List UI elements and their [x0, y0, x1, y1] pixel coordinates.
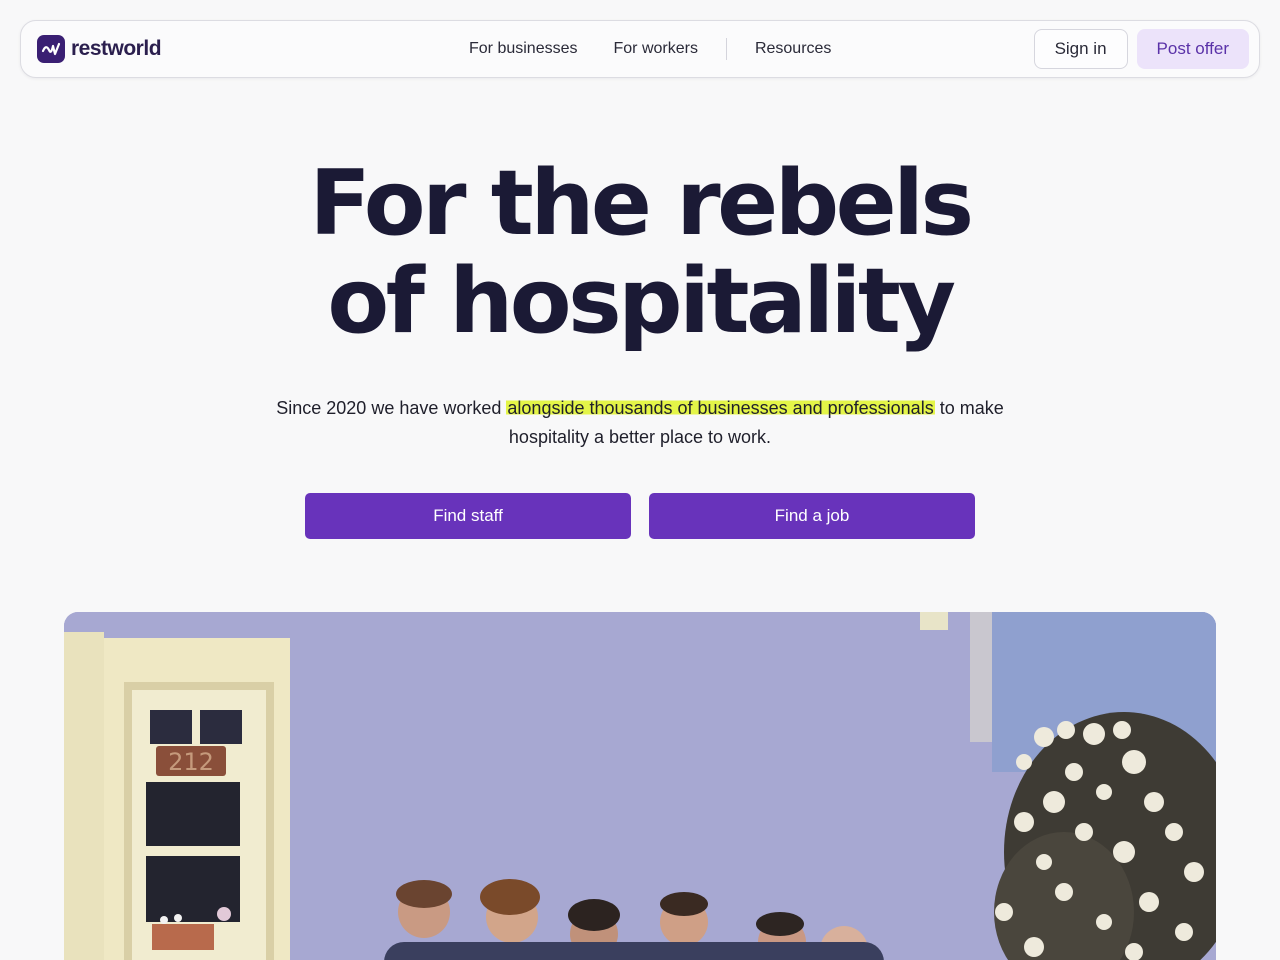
- hero-title-line-1: For the rebels: [309, 151, 974, 256]
- hero-subtitle-start: Since 2020 we have worked: [276, 398, 507, 418]
- hero-title: For the rebels of hospitality: [0, 155, 1280, 351]
- main-nav: For businesses For workers Resources: [451, 21, 849, 77]
- nav-link-for-businesses[interactable]: For businesses: [451, 40, 596, 58]
- hero-title-line-2: of hospitality: [327, 249, 956, 354]
- restworld-logo[interactable]: restworld: [37, 35, 162, 63]
- nav-link-resources[interactable]: Resources: [737, 40, 849, 58]
- door-number: 212: [168, 748, 214, 776]
- sign-in-button[interactable]: Sign in: [1033, 29, 1128, 69]
- nav-actions: Sign in Post offer: [1033, 29, 1249, 69]
- nav-link-for-workers[interactable]: For workers: [596, 40, 716, 58]
- hero-team-photo: 212: [64, 612, 1216, 960]
- restworld-logo-icon: [37, 35, 65, 63]
- hero-subtitle: Since 2020 we have worked alongside thou…: [270, 394, 1010, 452]
- nav-divider: [725, 38, 727, 60]
- hero-cta-row: Find staff Find a job: [305, 493, 975, 539]
- hero-subtitle-highlight: alongside thousands of businesses and pr…: [506, 398, 935, 418]
- brand-name: restworld: [71, 37, 162, 60]
- post-offer-button[interactable]: Post offer: [1136, 29, 1249, 69]
- find-job-button[interactable]: Find a job: [649, 493, 975, 539]
- top-navbar: restworld For businesses For workers Res…: [20, 20, 1260, 78]
- find-staff-button[interactable]: Find staff: [305, 493, 631, 539]
